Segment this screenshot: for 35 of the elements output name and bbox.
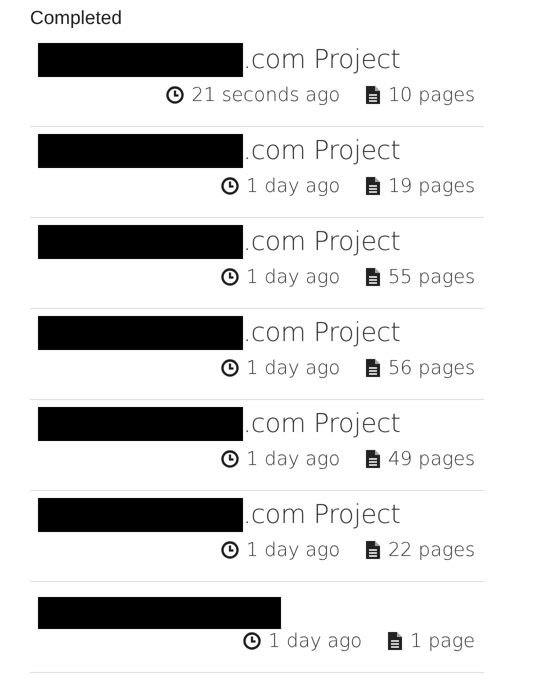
time-ago: 1 day ago — [246, 357, 340, 379]
document-icon — [364, 358, 382, 378]
clock-icon — [220, 449, 240, 469]
page-count: 49 pages — [388, 448, 475, 470]
document-icon — [364, 540, 382, 560]
clock-icon — [220, 358, 240, 378]
page-count: 19 pages — [388, 175, 475, 197]
document-icon — [364, 176, 382, 196]
page-count: 10 pages — [388, 84, 475, 106]
time-ago: 21 seconds ago — [191, 84, 340, 106]
time-ago: 1 day ago — [246, 448, 340, 470]
clock-icon — [220, 176, 240, 196]
project-title[interactable]: .com Project — [243, 136, 400, 166]
project-title[interactable]: .com Project — [243, 45, 400, 75]
project-title[interactable]: .com Project — [243, 409, 400, 439]
time-ago: 1 day ago — [246, 266, 340, 288]
time-ago: 1 day ago — [246, 175, 340, 197]
document-icon — [364, 449, 382, 469]
document-icon — [386, 631, 404, 651]
clock-icon — [242, 631, 262, 651]
project-title[interactable]: .com Project — [243, 500, 400, 530]
page-count: 22 pages — [388, 539, 475, 561]
clock-icon — [220, 540, 240, 560]
time-ago: 1 day ago — [246, 539, 340, 561]
time-ago: 1 day ago — [268, 630, 362, 652]
section-heading: Completed — [30, 8, 123, 30]
page-count: 1 page — [410, 630, 475, 652]
page-count: 55 pages — [388, 266, 475, 288]
project-title[interactable]: .com Project — [243, 318, 400, 348]
document-icon — [364, 267, 382, 287]
document-icon — [364, 85, 382, 105]
clock-icon — [165, 85, 186, 105]
page-count: 56 pages — [388, 357, 475, 379]
clock-icon — [220, 267, 240, 287]
project-title[interactable]: .com Project — [243, 227, 400, 257]
